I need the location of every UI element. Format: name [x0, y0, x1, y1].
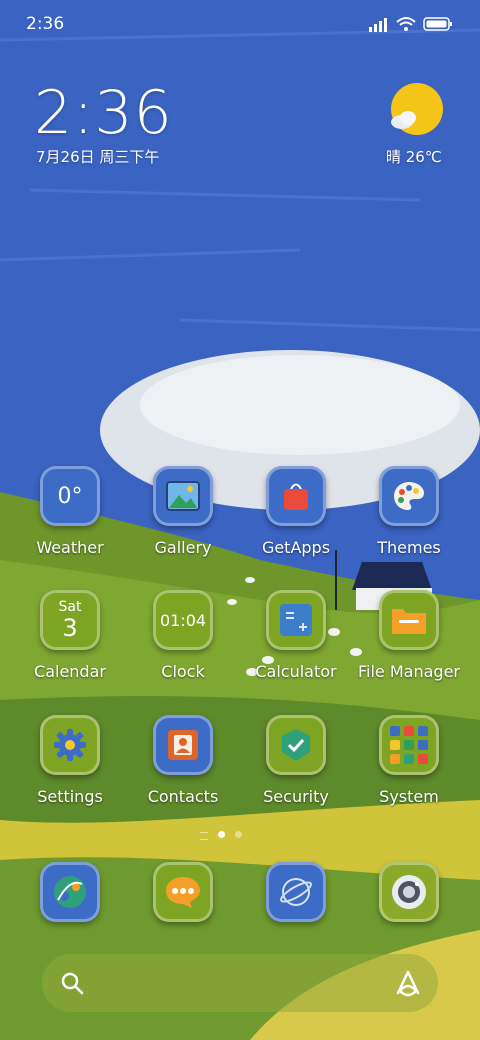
- page-dot-active: [218, 831, 225, 838]
- weather-tile-temp: 0°: [57, 483, 83, 509]
- wifi-icon: [396, 17, 416, 31]
- weather-widget-text: 晴 26℃: [386, 148, 442, 166]
- gear-icon: [40, 715, 100, 775]
- app-label: Contacts: [147, 787, 219, 806]
- shield-icon: [266, 715, 326, 775]
- clock-icon: 01:04: [153, 590, 213, 650]
- calendar-day: Sat: [58, 599, 82, 615]
- app-themes[interactable]: Themes: [352, 466, 466, 576]
- clock-widget-time[interactable]: 2:36: [34, 78, 173, 148]
- app-calendar[interactable]: Sat 3 Calendar: [13, 590, 127, 700]
- palette-icon: [379, 466, 439, 526]
- dock-planet[interactable]: [266, 862, 326, 922]
- camera-icon: [379, 862, 439, 922]
- app-label: Clock: [161, 662, 205, 681]
- app-label: Calendar: [34, 662, 106, 681]
- folder-icon: [379, 590, 439, 650]
- app-clock[interactable]: 01:04 Clock: [126, 590, 240, 700]
- app-label: Calculator: [255, 662, 337, 681]
- weather-icon: 0°: [40, 466, 100, 526]
- app-calculator[interactable]: Calculator: [239, 590, 353, 700]
- dock-camera[interactable]: [379, 862, 439, 922]
- status-time: 2:36: [26, 14, 65, 34]
- signal-icon: [369, 18, 387, 32]
- planet-icon: [266, 862, 326, 922]
- dock-browser[interactable]: [40, 862, 100, 922]
- page-dot: [235, 831, 242, 838]
- app-label: Security: [263, 787, 329, 806]
- app-settings[interactable]: Settings: [13, 715, 127, 825]
- app-gallery[interactable]: Gallery: [126, 466, 240, 576]
- browser-icon: [40, 862, 100, 922]
- assistant-icon[interactable]: [394, 969, 422, 997]
- app-label: System: [379, 787, 439, 806]
- app-system-folder[interactable]: System: [352, 715, 466, 825]
- app-weather[interactable]: 0° Weather: [13, 466, 127, 576]
- dock-messaging[interactable]: [153, 862, 213, 922]
- search-icon[interactable]: [60, 971, 84, 995]
- contact-card-icon: [153, 715, 213, 775]
- calendar-icon: Sat 3: [40, 590, 100, 650]
- menu-lines-icon: [200, 832, 208, 840]
- clock-widget-date: 7月26日 周三下午: [36, 148, 160, 166]
- app-label: GetApps: [261, 538, 331, 557]
- app-label: Themes: [377, 538, 441, 557]
- app-file-manager[interactable]: File Manager: [352, 590, 466, 700]
- calculator-icon: [266, 590, 326, 650]
- search-bar[interactable]: [42, 954, 438, 1012]
- app-getapps[interactable]: GetApps: [239, 466, 353, 576]
- sun-cloud-icon[interactable]: [388, 82, 446, 140]
- app-label: Gallery: [154, 538, 212, 557]
- clock-tile-time: 01:04: [159, 610, 207, 630]
- folder-grid-icon: [379, 715, 439, 775]
- page-indicator[interactable]: [200, 830, 246, 840]
- gallery-icon: [153, 466, 213, 526]
- app-label: Weather: [36, 538, 104, 557]
- app-label: Settings: [37, 787, 103, 806]
- status-icons: [368, 16, 454, 34]
- messaging-icon: [153, 862, 213, 922]
- app-security[interactable]: Security: [239, 715, 353, 825]
- battery-icon: [423, 17, 452, 31]
- app-contacts[interactable]: Contacts: [126, 715, 240, 825]
- app-label: File Manager: [358, 662, 460, 681]
- calendar-date: 3: [62, 614, 78, 642]
- shopping-bag-icon: [266, 466, 326, 526]
